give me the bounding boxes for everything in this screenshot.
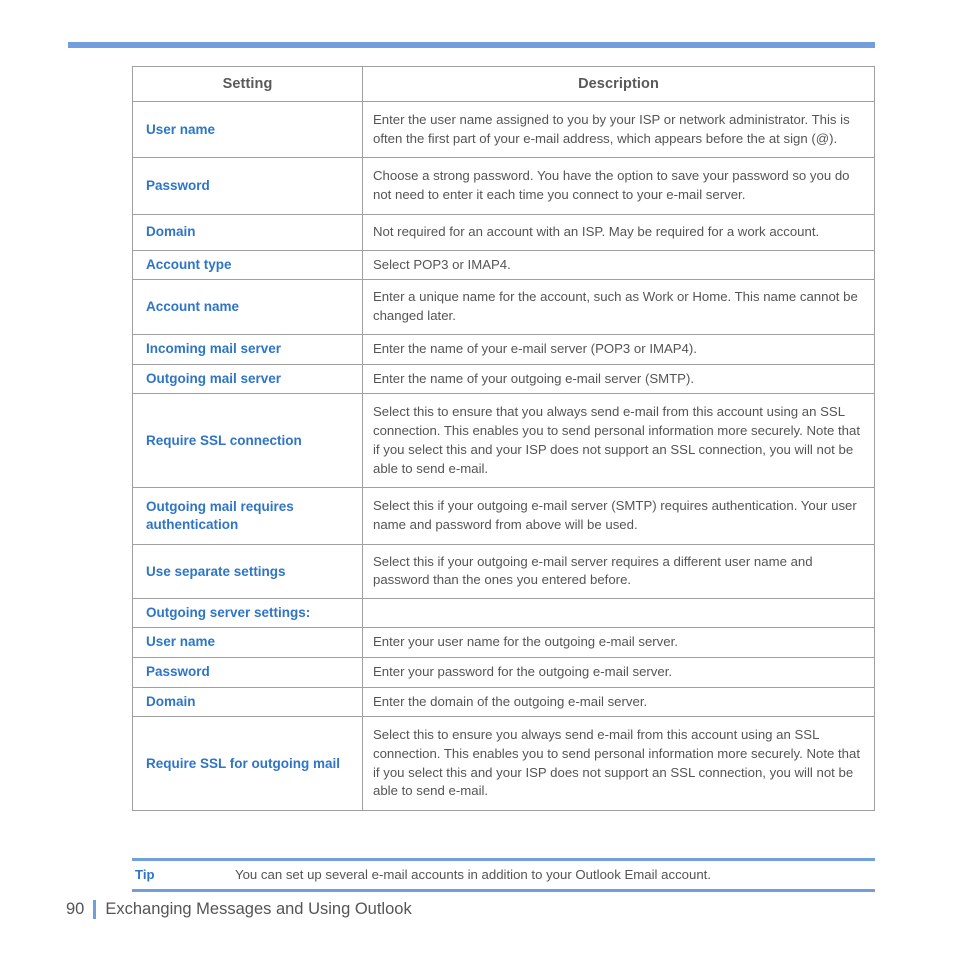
email-settings-table: Setting Description User name Enter the u… bbox=[132, 66, 875, 812]
document-page: Setting Description User name Enter the u… bbox=[0, 0, 954, 954]
tip-rule-bottom bbox=[132, 889, 875, 892]
column-header-description: Description bbox=[362, 66, 875, 102]
page-footer: 90 Exchanging Messages and Using Outlook bbox=[66, 900, 412, 919]
setting-label: Password bbox=[132, 157, 363, 215]
table-row: Outgoing mail requires authentication Sel… bbox=[132, 487, 875, 545]
setting-description: Enter the name of your e-mail server (PO… bbox=[362, 333, 875, 365]
table-row: Password Enter your password for the outg… bbox=[132, 656, 875, 688]
setting-label: Outgoing server settings: bbox=[132, 598, 363, 629]
setting-description: Enter a unique name for the account, suc… bbox=[362, 279, 875, 335]
setting-label: Domain bbox=[132, 686, 363, 718]
top-accent-rule bbox=[68, 42, 875, 48]
table-row: User name Enter the user name assigned to… bbox=[132, 100, 875, 159]
setting-description: Enter your password for the outgoing e-m… bbox=[362, 656, 875, 688]
table-row: Outgoing server settings: bbox=[132, 598, 875, 629]
tip-label: Tip bbox=[135, 867, 155, 882]
table-row: Domain Not required for an account with a… bbox=[132, 213, 875, 251]
footer-divider-bar bbox=[93, 900, 97, 919]
setting-label: Require SSL for outgoing mail bbox=[132, 716, 363, 812]
tip-row: Tip You can set up several e-mail accoun… bbox=[132, 861, 875, 889]
setting-description: Select this to ensure that you always se… bbox=[362, 393, 875, 489]
table-row: Outgoing mail server Enter the name of yo… bbox=[132, 363, 875, 395]
table-row: Require SSL for outgoing mail Select this… bbox=[132, 716, 875, 812]
setting-label: Require SSL connection bbox=[132, 393, 363, 489]
table-row: Incoming mail server Enter the name of yo… bbox=[132, 333, 875, 365]
setting-description: Select this if your outgoing e-mail serv… bbox=[362, 543, 875, 600]
table-row: Account name Enter a unique name for the … bbox=[132, 279, 875, 335]
setting-label: Account name bbox=[132, 279, 363, 335]
setting-label: Account type bbox=[132, 249, 363, 281]
table-row: Password Choose a strong password. You ha… bbox=[132, 157, 875, 215]
setting-description: Select this if your outgoing e-mail serv… bbox=[362, 487, 875, 545]
column-header-setting: Setting bbox=[132, 66, 363, 102]
setting-description: Enter the user name assigned to you by y… bbox=[362, 100, 875, 159]
tip-block: Tip You can set up several e-mail accoun… bbox=[132, 858, 875, 892]
table-header-row: Setting Description bbox=[132, 66, 875, 102]
setting-label: User name bbox=[132, 627, 363, 658]
setting-description: Select POP3 or IMAP4. bbox=[362, 249, 875, 281]
setting-label: Incoming mail server bbox=[132, 333, 363, 365]
setting-label: Outgoing mail requires authentication bbox=[132, 487, 363, 545]
table-row: Use separate settings Select this if your… bbox=[132, 543, 875, 600]
table-row: Require SSL connection Select this to ens… bbox=[132, 393, 875, 489]
setting-description: Choose a strong password. You have the o… bbox=[362, 157, 875, 215]
table-row: Domain Enter the domain of the outgoing e… bbox=[132, 686, 875, 718]
setting-description bbox=[362, 598, 875, 629]
footer-page-number: 90 bbox=[66, 900, 85, 918]
tip-text: You can set up several e-mail accounts i… bbox=[235, 867, 711, 882]
table-row: User name Enter your user name for the ou… bbox=[132, 627, 875, 658]
setting-description: Enter your user name for the outgoing e-… bbox=[362, 627, 875, 658]
setting-description: Not required for an account with an ISP.… bbox=[362, 213, 875, 251]
setting-label: Password bbox=[132, 656, 363, 688]
setting-label: Outgoing mail server bbox=[132, 363, 363, 395]
setting-description: Enter the name of your outgoing e-mail s… bbox=[362, 363, 875, 395]
footer-chapter-title: Exchanging Messages and Using Outlook bbox=[105, 900, 412, 918]
setting-label: Use separate settings bbox=[132, 543, 363, 600]
table-row: Account type Select POP3 or IMAP4. bbox=[132, 249, 875, 281]
setting-description: Select this to ensure you always send e-… bbox=[362, 716, 875, 812]
setting-description: Enter the domain of the outgoing e-mail … bbox=[362, 686, 875, 718]
table-header: Setting Description bbox=[132, 66, 875, 102]
table-body: User name Enter the user name assigned to… bbox=[132, 100, 875, 812]
setting-label: Domain bbox=[132, 213, 363, 251]
setting-label: User name bbox=[132, 100, 363, 159]
